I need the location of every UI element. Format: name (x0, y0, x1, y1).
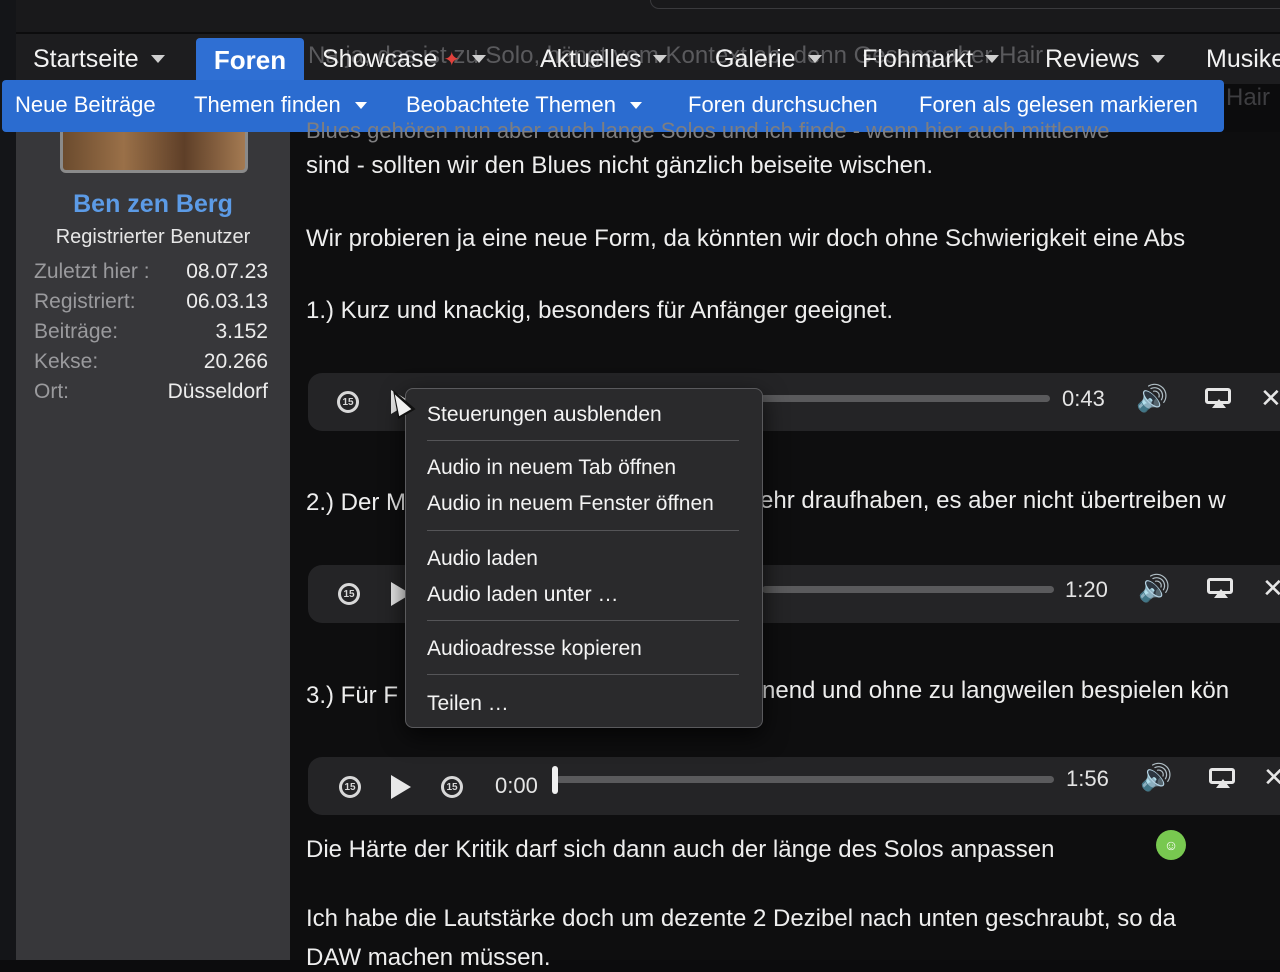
stat-label-last-seen: Zuletzt hier : (34, 260, 150, 283)
user-sidebar (16, 132, 290, 960)
post-text: ehr draufhaben, es aber nicht übertreibe… (760, 487, 1226, 514)
subnav-themen-finden[interactable]: Themen finden (194, 92, 367, 118)
subnav-foren-gelesen[interactable]: Foren als gelesen markieren (919, 92, 1198, 118)
nav-musiker[interactable]: Musike (1206, 42, 1280, 76)
user-title: Registrierter Benutzer (55, 226, 251, 248)
nav-startseite[interactable]: Startseite (33, 42, 165, 76)
username-link[interactable]: Ben zen Berg (16, 190, 290, 219)
nav-flohmarkt[interactable]: Flohmarkt (862, 42, 1000, 76)
airplay-icon[interactable] (1205, 388, 1231, 408)
rewind-15-icon[interactable]: 15 (337, 391, 359, 413)
volume-icon[interactable]: 🔊 (1136, 383, 1168, 414)
duration: 1:20 (1065, 577, 1108, 602)
menu-item-copy-audio-address[interactable]: Audioadresse kopieren (427, 637, 642, 661)
airplay-icon[interactable] (1207, 578, 1233, 598)
chevron-down-icon[interactable] (653, 55, 668, 63)
duration: 0:43 (1062, 386, 1105, 411)
nav-galerie[interactable]: Galerie (715, 42, 822, 76)
post-text: 3.) Für F (306, 682, 399, 709)
nav-aktuelles[interactable]: Aktuelles (540, 42, 668, 76)
rewind-15-icon[interactable]: 15 (339, 776, 361, 798)
chevron-down-icon[interactable] (1151, 55, 1166, 63)
stat-label-registered: Registriert: (34, 290, 136, 313)
menu-item-hide-controls[interactable]: Steuerungen ausblenden (427, 403, 662, 427)
rewind-15-icon[interactable]: 15 (338, 583, 360, 605)
airplay-icon[interactable] (1209, 768, 1235, 788)
close-icon[interactable]: ✕ (1263, 762, 1280, 793)
menu-separator (427, 674, 739, 675)
stat-value-posts: 3.152 (215, 320, 268, 343)
menu-item-download-audio[interactable]: Audio laden (427, 547, 538, 571)
subnav-neue-beitraege[interactable]: Neue Beiträge (15, 92, 156, 118)
stat-label-posts: Beiträge: (34, 320, 119, 343)
close-icon[interactable]: ✕ (1262, 573, 1280, 604)
subnav-beobachtete-themen[interactable]: Beobachtete Themen (406, 92, 642, 118)
post-text: 1.) Kurz und knackig, besonders für Anfä… (306, 297, 894, 324)
volume-icon[interactable]: 🔊 (1138, 573, 1170, 604)
nav-showcase[interactable]: Showcase ✦ (322, 42, 487, 76)
subnav-foren-durchsuchen[interactable]: Foren durchsuchen (688, 92, 878, 118)
post-text: nend und ohne zu langweilen bespielen kö… (762, 677, 1230, 704)
chevron-down-icon[interactable] (472, 55, 487, 63)
menu-item-download-audio-as[interactable]: Audio laden unter … (427, 583, 618, 607)
post-text: Ich habe die Lautstärke doch um dezente … (306, 905, 1176, 932)
nav-label: Aktuelles (540, 44, 642, 73)
progress-track[interactable] (760, 395, 1050, 402)
menu-item-open-new-tab[interactable]: Audio in neuem Tab öffnen (427, 456, 676, 480)
nav-foren[interactable]: Foren (196, 38, 304, 82)
screen-bezel (0, 0, 1280, 32)
nav-label: Flohmarkt (862, 44, 974, 73)
bezel-edge (650, 0, 1280, 9)
chevron-down-icon[interactable] (354, 101, 367, 109)
nav-label: Showcase (322, 44, 438, 73)
post-text: sind - sollten wir den Blues nicht gänzl… (306, 152, 933, 179)
nav-label: Galerie (715, 44, 796, 73)
post-text: DAW machen müssen. (306, 944, 551, 971)
post-text-cut: Blues gehören nun aber auch lange Solos … (306, 118, 1110, 143)
nav-label: Startseite (33, 44, 139, 73)
close-icon[interactable]: ✕ (1260, 383, 1280, 414)
chevron-down-icon[interactable] (985, 55, 1000, 63)
chevron-down-icon[interactable] (807, 55, 822, 63)
play-icon[interactable] (391, 775, 411, 799)
grinning-face-icon: ☺ (1156, 830, 1186, 860)
post-text: Die Härte der Kritik darf sich dann auch… (306, 836, 1055, 863)
progress-track[interactable] (762, 586, 1054, 593)
nav-label: Reviews (1045, 44, 1140, 73)
post-text: 2.) Der M (306, 489, 407, 516)
stat-label-cookies: Kekse: (34, 350, 99, 373)
subnav-label: Themen finden (194, 92, 341, 117)
nav-label: Musike (1206, 44, 1280, 73)
stat-value-location: Düsseldorf (167, 380, 268, 403)
stat-value-registered: 06.03.13 (186, 290, 268, 313)
menu-item-open-new-window[interactable]: Audio in neuem Fenster öffnen (427, 492, 714, 516)
screen-bezel-left (0, 0, 16, 960)
current-time: 0:00 (495, 773, 538, 798)
stat-value-last-seen: 08.07.23 (186, 260, 268, 283)
chevron-down-icon[interactable] (150, 55, 165, 63)
menu-separator (427, 530, 739, 531)
sparkle-icon: ✦ (443, 48, 461, 71)
nav-reviews[interactable]: Reviews (1045, 42, 1166, 76)
menu-item-share[interactable]: Teilen … (427, 692, 509, 716)
progress-track[interactable] (556, 776, 1054, 783)
chevron-down-icon[interactable] (629, 101, 642, 109)
stat-value-cookies: 20.266 (203, 350, 268, 373)
stat-label-location: Ort: (34, 380, 69, 403)
subnav-label: Beobachtete Themen (406, 92, 616, 117)
menu-separator (427, 620, 739, 621)
progress-thumb[interactable] (552, 766, 558, 794)
forward-15-icon[interactable]: 15 (441, 776, 463, 798)
volume-icon[interactable]: 🔊 (1140, 762, 1172, 793)
duration: 1:56 (1066, 766, 1109, 791)
avatar[interactable] (60, 132, 248, 173)
post-text: Wir probieren ja eine neue Form, da könn… (306, 225, 1186, 252)
background-text: Hair (1226, 84, 1271, 111)
menu-separator (427, 440, 739, 441)
